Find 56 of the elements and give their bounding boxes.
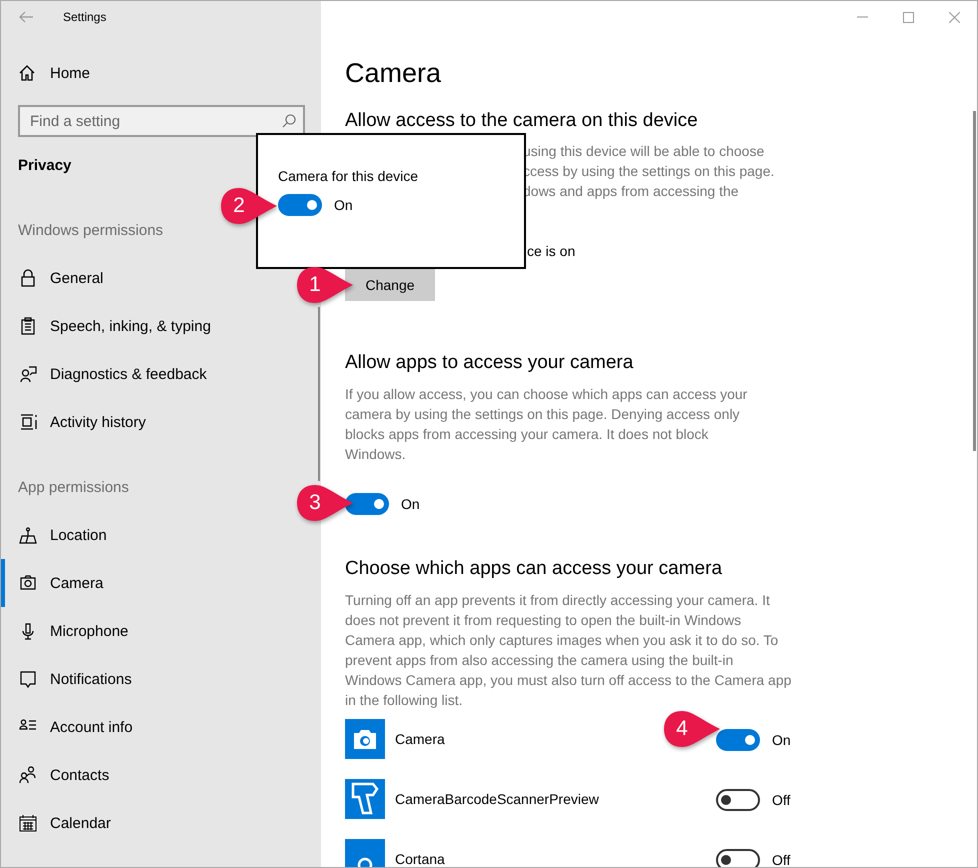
app-icon [345, 719, 385, 759]
section-heading: Choose which apps can access your camera [345, 557, 722, 581]
toggle-switch[interactable] [716, 849, 760, 867]
scrollbar[interactable] [318, 307, 320, 481]
calendar-icon [18, 813, 38, 833]
callout-marker: 4 [662, 709, 722, 749]
toggle-switch[interactable] [278, 194, 322, 216]
nav-item[interactable]: Speech, inking, & typing [1, 302, 321, 350]
status-text: ce is on [527, 242, 576, 261]
activity-icon [18, 412, 38, 432]
nav-item[interactable]: Notifications [1, 655, 321, 703]
nav-item[interactable]: Microphone [1, 607, 321, 655]
maximize-icon [902, 12, 914, 22]
nav-item[interactable]: Account info [1, 703, 321, 751]
toggle-state-label: Off [772, 852, 790, 867]
section-heading: Windows permissions [17, 221, 164, 241]
contacts-icon [18, 765, 38, 785]
toggle-label: Camera for this device [278, 167, 420, 186]
app-name: CameraBarcodeScannerPreview [395, 790, 599, 809]
section-heading: Allow access to the camera on this device [345, 109, 698, 133]
nav-item[interactable]: Activity history [1, 398, 321, 446]
app-name: Camera [395, 730, 445, 749]
nav-item[interactable]: Diagnostics & feedback [1, 350, 321, 398]
change-button[interactable]: Change [345, 269, 435, 301]
app-name: Cortana [395, 850, 445, 867]
app-icon [345, 779, 385, 819]
minimize-icon [856, 16, 868, 18]
search-field[interactable]: Find a setting [18, 105, 305, 137]
window-title: Settings [63, 10, 106, 24]
description-text: If you allow access, you can choose which apps can access your camera by using the settings on this page. Denying access only blocks apps from accessing your camera. It does not block Windows. [345, 385, 748, 464]
toggle-state-label: On [334, 197, 353, 213]
page-title: Camera [345, 57, 442, 90]
toggle-switch[interactable] [345, 493, 389, 515]
toggle-state-label: Off [772, 792, 790, 808]
callout-marker: 1 [295, 265, 355, 305]
chat-icon [18, 364, 38, 384]
back-arrow-icon [19, 11, 33, 23]
nav-item[interactable]: Contacts [1, 751, 321, 799]
notification-icon [18, 669, 38, 689]
section-heading: App permissions [17, 478, 129, 498]
callout-marker: 2 [219, 186, 279, 226]
toggle-state-label: On [772, 732, 791, 748]
callout-marker: 3 [295, 483, 355, 523]
nav-item[interactable]: Calendar [1, 799, 321, 847]
scrollbar[interactable] [973, 111, 976, 451]
home-icon [17, 63, 37, 83]
search-icon [282, 114, 296, 128]
toggle-switch[interactable] [716, 789, 760, 811]
location-icon [18, 525, 38, 545]
home-nav-item[interactable]: Home [1, 53, 321, 93]
description-text: Turning off an app prevents it from directly accessing your camera. It does not prevent it from requesting to open the built-in Windows Camera app, which only captures images when you ask it to do so. To prevent apps from also accessing the camera using the built-in Windows Camera app, you must also turn off access to the Camera app in the following list. [345, 591, 792, 710]
category-title: Privacy [17, 156, 72, 176]
toggle-state-label: On [401, 496, 420, 512]
section-heading: Allow apps to access your camera [345, 351, 634, 375]
toggle-switch[interactable] [716, 729, 760, 751]
close-icon [948, 12, 960, 22]
